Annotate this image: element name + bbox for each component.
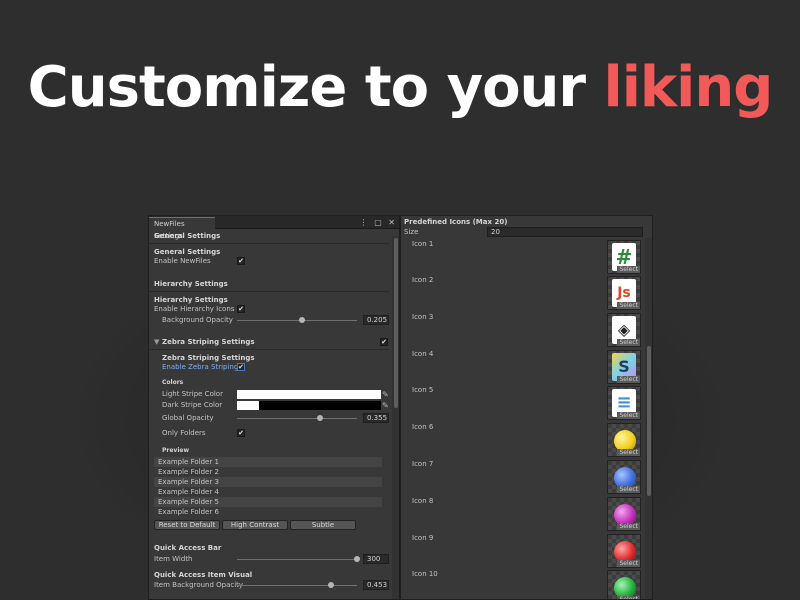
enable-newfiles-checkbox[interactable]: ✔ [237, 257, 245, 265]
background-opacity-label: Background Opacity [162, 316, 233, 324]
foldout-arrow-icon[interactable]: ▼ [154, 338, 159, 347]
divider [149, 349, 389, 350]
select-button[interactable]: Select [617, 266, 640, 273]
enable-zebra-striping-checkbox[interactable]: ✔ [237, 363, 245, 371]
preview-row: Example Folder 5 [154, 497, 382, 507]
item-background-opacity-slider[interactable] [237, 585, 357, 586]
size-field[interactable]: 20 [487, 227, 643, 237]
icon-slot-picker[interactable]: S Select [607, 350, 641, 384]
colors-header: Colors [162, 379, 184, 386]
reset-to-default-button[interactable]: Reset to Default [154, 520, 220, 530]
item-background-opacity-label: Item Background Opacity [154, 581, 244, 589]
select-button[interactable]: Select [617, 412, 640, 419]
icon-slot-label: Icon 6 [412, 423, 434, 431]
enable-hierarchy-icons-checkbox[interactable]: ✔ [237, 305, 245, 313]
icon-slot-picker[interactable]: ≡ Select [607, 386, 641, 420]
item-background-opacity-field[interactable]: 0.453 [363, 580, 389, 590]
global-opacity-slider[interactable] [237, 418, 357, 419]
preview-row: Example Folder 3 [154, 477, 382, 487]
select-button[interactable]: Select [617, 523, 640, 530]
window-tab-bar: NewFiles Settings ⋮ ▢ ✕ [149, 216, 399, 240]
select-button[interactable]: Select [617, 376, 640, 383]
select-button[interactable]: Select [617, 486, 640, 493]
icon-slot-picker[interactable]: Select [607, 423, 641, 457]
divider [149, 291, 389, 292]
scrollbar-thumb[interactable] [394, 238, 398, 408]
icon-slot-label: Icon 8 [412, 497, 434, 505]
item-width-slider[interactable] [237, 559, 357, 560]
icon-slot-label: Icon 10 [412, 570, 438, 578]
headline: Customize to your liking [0, 52, 800, 124]
quick-access-item-visual-header: Quick Access Item Visual [154, 571, 253, 579]
high-contrast-button[interactable]: High Contrast [222, 520, 288, 530]
select-button[interactable]: Select [617, 560, 640, 567]
preview-row: Example Folder 6 [158, 508, 219, 516]
item-width-label: Item Width [154, 555, 193, 563]
background-opacity-slider[interactable] [237, 320, 357, 321]
icon-slot-label: Icon 9 [412, 534, 434, 542]
enable-newfiles-label: Enable NewFiles [154, 257, 211, 265]
eyedropper-icon[interactable]: ✎ [382, 401, 389, 410]
dark-stripe-color-label: Dark Stripe Color [162, 401, 223, 409]
preview-row: Example Folder 4 [158, 488, 219, 496]
icon-slot-label: Icon 2 [412, 276, 434, 284]
headline-accent: liking [603, 55, 774, 120]
icon-slot-picker[interactable]: # Select [607, 240, 641, 274]
preview-header: Preview [162, 447, 190, 454]
enable-zebra-striping-label: Enable Zebra Striping [162, 363, 239, 371]
item-background-opacity-slider-knob[interactable] [328, 582, 335, 588]
global-opacity-field[interactable]: 0.355 [363, 413, 389, 423]
select-button[interactable]: Select [617, 596, 640, 599]
icon-slot-label: Icon 4 [412, 350, 434, 358]
close-icon[interactable]: ✕ [388, 218, 395, 227]
select-button[interactable]: Select [617, 449, 640, 456]
icon-slot-picker[interactable]: Js Select [607, 276, 641, 310]
quick-access-bar-header: Quick Access Bar [154, 544, 222, 552]
icon-slot-picker[interactable]: Select [607, 460, 641, 494]
subheader-general: General Settings [154, 248, 221, 256]
background-opacity-slider-knob[interactable] [298, 317, 305, 323]
light-stripe-color-field[interactable] [237, 390, 381, 399]
item-width-slider-knob[interactable] [354, 556, 360, 562]
subheader-zebra: Zebra Striping Settings [162, 354, 255, 362]
preview-row: Example Folder 1 [154, 457, 382, 467]
icon-slot-label: Icon 7 [412, 460, 434, 468]
section-header-general: General Settings [154, 232, 221, 240]
scrollbar-thumb[interactable] [647, 346, 651, 496]
preview-row: Example Folder 2 [158, 468, 219, 476]
newfiles-settings-window: NewFiles Settings ⋮ ▢ ✕ General Settings… [148, 215, 400, 600]
divider [149, 243, 389, 244]
icon-slot-label: Icon 3 [412, 313, 434, 321]
select-button[interactable]: Select [617, 302, 640, 309]
predefined-icons-title: Predefined Icons (Max 20) [404, 218, 508, 226]
icon-slot-picker[interactable]: Select [607, 534, 641, 568]
size-label: Size [404, 228, 419, 236]
icon-slot-picker[interactable]: Select [607, 497, 641, 531]
icon-slot-label: Icon 5 [412, 386, 434, 394]
select-button[interactable]: Select [617, 339, 640, 346]
maximize-icon[interactable]: ▢ [374, 218, 382, 227]
only-folders-label: Only Folders [162, 429, 206, 437]
dark-stripe-color-field[interactable] [237, 401, 381, 410]
eyedropper-icon[interactable]: ✎ [382, 390, 389, 399]
menu-icon[interactable]: ⋮ [360, 218, 368, 227]
light-stripe-color-label: Light Stripe Color [162, 390, 223, 398]
subheader-hierarchy: Hierarchy Settings [154, 296, 228, 304]
enable-hierarchy-icons-label: Enable Hierarchy Icons [154, 305, 235, 313]
item-width-field[interactable]: 300 [363, 554, 389, 564]
only-folders-checkbox[interactable]: ✔ [237, 429, 245, 437]
section-header-hierarchy: Hierarchy Settings [154, 280, 228, 288]
predefined-icons-panel: Predefined Icons (Max 20) Size 20 Icon 1… [400, 215, 653, 600]
global-opacity-label: Global Opacity [162, 414, 214, 422]
headline-main: Customize to your [27, 55, 586, 120]
global-opacity-slider-knob[interactable] [316, 415, 323, 421]
background-opacity-field[interactable]: 0.205 [363, 315, 389, 325]
icon-slot-label: Icon 1 [412, 240, 434, 248]
zebra-foldout-checkbox[interactable]: ✔ [380, 338, 388, 346]
icon-slot-picker[interactable]: Select [607, 570, 641, 599]
icon-slot-picker[interactable]: ◈ Select [607, 313, 641, 347]
tab-newfiles-settings[interactable]: NewFiles Settings [149, 217, 215, 240]
zebra-foldout-label[interactable]: Zebra Striping Settings [162, 338, 255, 347]
subtle-button[interactable]: Subtle [290, 520, 356, 530]
